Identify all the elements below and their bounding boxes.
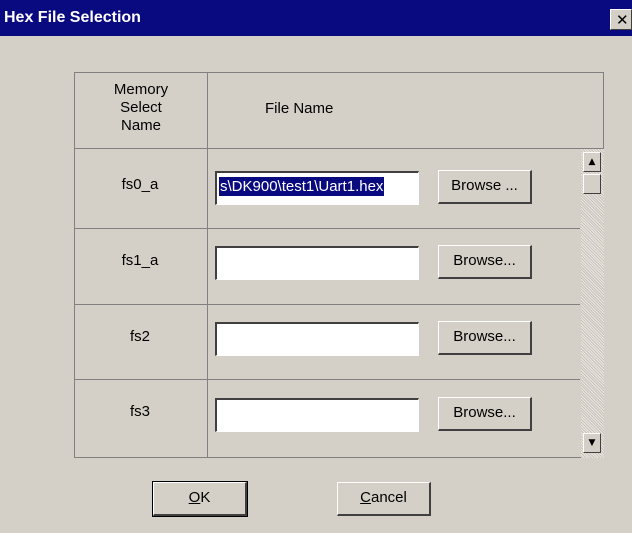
- header-line: Select: [120, 99, 162, 116]
- scroll-down-button[interactable]: ▼: [583, 433, 601, 453]
- ok-mnemonic: O: [188, 489, 201, 506]
- cancel-mnemonic: C: [360, 489, 371, 506]
- memory-select-name-header: Memory Select Name: [75, 81, 207, 135]
- column-divider: [207, 73, 208, 457]
- file-path-input-fs3[interactable]: [215, 398, 419, 432]
- close-icon: ✕: [616, 11, 629, 29]
- ok-label: K: [200, 489, 211, 506]
- arrow-up-icon: ▲: [588, 157, 596, 167]
- file-path-input-fs2[interactable]: [215, 322, 419, 356]
- file-name-header: File Name: [265, 100, 334, 117]
- cancel-button[interactable]: Cancel: [337, 482, 431, 516]
- row-name-fs3: fs3: [129, 403, 150, 420]
- file-path-input-fs0-a[interactable]: s\DK900\test1\Uart1.hex: [215, 171, 419, 205]
- hex-file-selection-dialog: Hex File Selection ✕ Memory Select Name …: [0, 0, 632, 533]
- header-line: Memory: [113, 81, 169, 98]
- arrow-down-icon: ▼: [588, 438, 596, 448]
- browse-button-fs0-a[interactable]: Browse ...: [438, 170, 532, 204]
- dialog-title: Hex File Selection: [4, 9, 141, 26]
- file-path-selected-text: s\DK900\test1\Uart1.hex: [219, 177, 385, 196]
- row-name-fs1-a: fs1_a: [121, 252, 159, 269]
- row-divider: [75, 228, 580, 229]
- header-line: Name: [120, 117, 161, 134]
- scroll-up-button[interactable]: ▲: [583, 152, 601, 172]
- row-name-fs2: fs2: [129, 328, 150, 345]
- title-bar[interactable]: Hex File Selection ✕: [0, 0, 632, 36]
- cancel-label: ancel: [370, 489, 407, 506]
- row-divider: [75, 379, 580, 380]
- browse-button-fs1-a[interactable]: Browse...: [438, 245, 532, 279]
- row-divider: [75, 304, 580, 305]
- file-path-input-fs1-a[interactable]: [215, 246, 419, 280]
- browse-button-fs3[interactable]: Browse...: [438, 397, 532, 431]
- header-divider: [75, 148, 603, 149]
- close-button[interactable]: ✕: [610, 9, 632, 30]
- scroll-thumb[interactable]: [583, 174, 601, 194]
- vertical-scrollbar[interactable]: ▲ ▼: [581, 149, 604, 458]
- ok-button[interactable]: OK: [152, 481, 248, 517]
- row-name-fs0-a: fs0_a: [121, 176, 159, 193]
- browse-button-fs2[interactable]: Browse...: [438, 321, 532, 355]
